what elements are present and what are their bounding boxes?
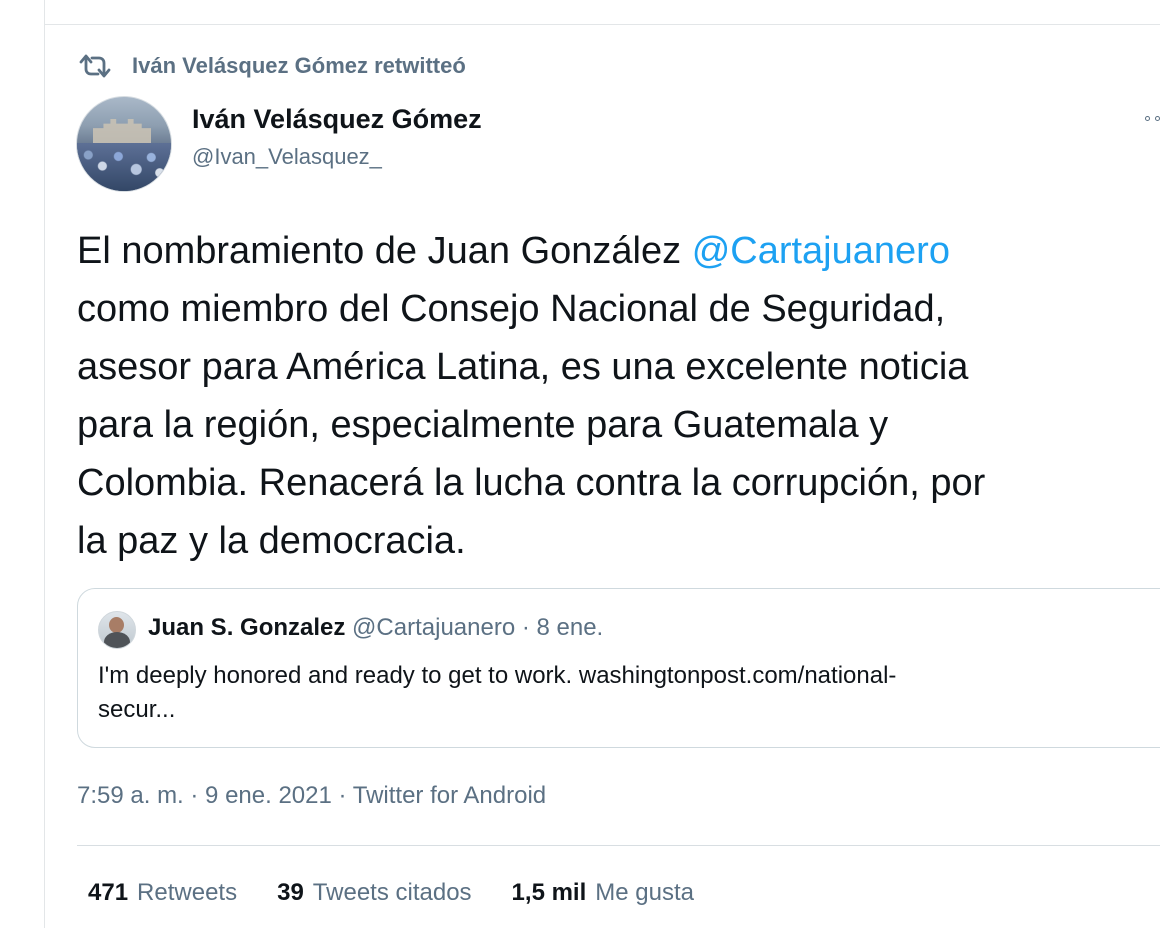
tweet-text-segment: la paz y la democracia. (77, 520, 466, 562)
more-dot (1145, 115, 1150, 121)
tweet-text-segment: para la región, especialmente para Guate… (77, 404, 889, 446)
retweet-icon (78, 53, 112, 79)
tweet-page: Iván Velásquez Gómez retwitteó Iván Velá… (0, 0, 1160, 928)
quoted-tweet-card[interactable]: Juan S. Gonzalez @Cartajuanero · 8 ene. … (77, 588, 1160, 748)
tweet-line: la paz y la democracia. (77, 512, 1157, 570)
author-avatar[interactable] (76, 96, 172, 192)
retweets-stat[interactable]: 471 Retweets (88, 879, 237, 907)
tweet-text-segment: como miembro del Consejo Nacional de Seg… (77, 288, 946, 330)
quoted-tweet-header: Juan S. Gonzalez @Cartajuanero · 8 ene. (148, 614, 603, 642)
tweet-line: El nombramiento de Juan González @Cartaj… (77, 222, 1157, 280)
tweet-text-segment: El nombramiento de Juan González (77, 230, 692, 272)
avatar-head-shape (109, 617, 124, 633)
retweet-context-label: Iván Velásquez Gómez retwitteó (132, 53, 466, 78)
quoted-tweet-line: I'm deeply honored and ready to get to w… (98, 662, 897, 689)
likes-count: 1,5 mil (511, 879, 587, 906)
likes-stat[interactable]: 1,5 mil Me gusta (512, 879, 694, 907)
tweet-line: Colombia. Renacerá la lucha contra la co… (77, 454, 1157, 512)
retweet-context[interactable]: Iván Velásquez Gómez retwitteó (78, 50, 466, 82)
avatar-body-shape (104, 632, 130, 648)
author-handle[interactable]: @Ivan_Velasquez_ (192, 144, 382, 170)
tweet-text: El nombramiento de Juan González @Cartaj… (77, 222, 1157, 570)
quote-tweets-count: 39 (277, 879, 304, 906)
mention-link[interactable]: @Cartajuanero (692, 230, 950, 272)
meta-divider (77, 845, 1160, 846)
quoted-tweet-line: secur... (98, 696, 176, 723)
quoted-user-name[interactable]: Juan S. Gonzalez (148, 614, 345, 641)
author-name[interactable]: Iván Velásquez Gómez (192, 104, 482, 135)
tweet-text-segment: asesor para América Latina, es una excel… (77, 346, 969, 388)
top-divider (44, 24, 1160, 25)
tweet-line: asesor para América Latina, es una excel… (77, 338, 1157, 396)
tweet-timestamp-source[interactable]: 7:59 a. m. · 9 ene. 2021 · Twitter for A… (77, 782, 546, 810)
more-options-icon[interactable] (1136, 109, 1160, 127)
quoted-handle-date: @Cartajuanero · 8 ene. (345, 614, 604, 641)
quote-tweets-stat[interactable]: 39 Tweets citados (277, 879, 471, 907)
retweets-count: 471 (88, 879, 129, 906)
avatar-building-shape (93, 119, 151, 145)
engagement-stats: 471 Retweets 39 Tweets citados 1,5 mil M… (88, 879, 734, 907)
retweets-label: Retweets (137, 879, 238, 906)
avatar-crowd-shape (77, 143, 171, 191)
quoted-user-avatar[interactable] (98, 611, 136, 649)
timeline-left-border (44, 0, 45, 928)
quote-tweets-label: Tweets citados (312, 879, 472, 906)
more-dot (1155, 115, 1160, 121)
tweet-line: como miembro del Consejo Nacional de Seg… (77, 280, 1157, 338)
quoted-tweet-text: I'm deeply honored and ready to get to w… (98, 659, 1113, 727)
tweet-text-segment: Colombia. Renacerá la lucha contra la co… (77, 462, 986, 504)
tweet-line: para la región, especialmente para Guate… (77, 396, 1157, 454)
likes-label: Me gusta (595, 879, 694, 906)
